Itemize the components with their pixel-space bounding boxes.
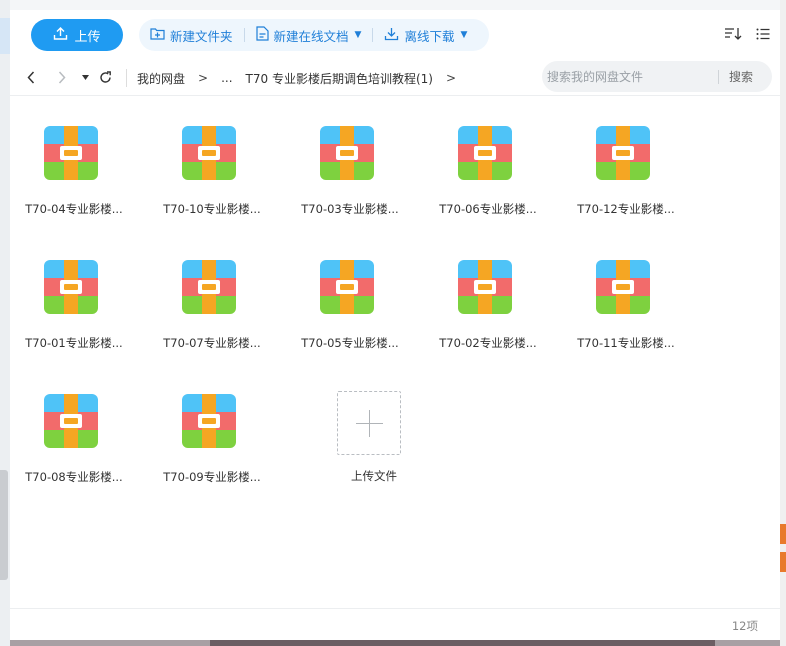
file-item[interactable]: T70-02专业影楼...: [424, 244, 552, 364]
file-name: T70-12专业影楼...: [577, 202, 675, 216]
navigation-bar: 我的网盘 > ... T70 专业影楼后期调色培训教程(1) > 搜索: [10, 60, 780, 96]
plus-icon: [369, 410, 370, 437]
file-item[interactable]: T70-09专业影楼...: [148, 378, 276, 498]
back-icon[interactable]: [24, 68, 38, 86]
file-item[interactable]: T70-08专业影楼...: [10, 378, 138, 498]
archive-icon: [596, 260, 650, 314]
file-name: T70-05专业影楼...: [301, 336, 399, 350]
file-item[interactable]: T70-11专业影楼...: [562, 244, 690, 364]
upload-file-tile[interactable]: 上传文件: [310, 110, 438, 483]
file-name: T70-11专业影楼...: [577, 336, 675, 350]
background-top: [0, 0, 786, 10]
breadcrumb: 我的网盘 > ... T70 专业影楼后期调色培训教程(1) >: [126, 69, 469, 87]
file-item[interactable]: T70-05专业影楼...: [286, 244, 414, 364]
file-name: T70-10专业影楼...: [163, 202, 261, 216]
item-count: 12项: [731, 619, 758, 633]
file-name: T70-07专业影楼...: [163, 336, 261, 350]
file-item[interactable]: T70-10专业影楼...: [148, 110, 276, 230]
search-button[interactable]: 搜索: [719, 68, 753, 85]
archive-icon: [182, 394, 236, 448]
file-item[interactable]: T70-04专业影楼...: [10, 110, 138, 230]
upload-button[interactable]: 上传: [31, 19, 123, 51]
file-item[interactable]: T70-06专业影楼...: [424, 110, 552, 230]
file-name: T70-08专业影楼...: [25, 470, 123, 484]
search-box: 搜索: [542, 61, 772, 92]
archive-icon: [182, 126, 236, 180]
new-doc-icon: [255, 26, 269, 44]
refresh-icon[interactable]: [98, 68, 112, 86]
archive-icon: [458, 126, 512, 180]
breadcrumb-root[interactable]: 我的网盘: [137, 70, 185, 87]
file-name: T70-04专业影楼...: [25, 202, 123, 216]
archive-icon: [596, 126, 650, 180]
file-name: T70-09专业影楼...: [163, 470, 261, 484]
breadcrumb-separator: >: [445, 71, 457, 85]
upload-file-label: 上传文件: [351, 469, 397, 483]
background-scroll-handle: [0, 470, 8, 580]
upload-button-label: 上传: [74, 29, 101, 45]
file-name: T70-01专业影楼...: [25, 336, 123, 350]
view-controls: [724, 25, 772, 43]
background-bottom: [10, 640, 780, 646]
file-item[interactable]: T70-07专业影楼...: [148, 244, 276, 364]
search-input[interactable]: [542, 61, 718, 92]
archive-icon: [44, 394, 98, 448]
background-left: [0, 0, 10, 646]
status-bar: 12项: [10, 608, 780, 640]
upload-file-box[interactable]: [337, 391, 401, 455]
new-folder-button[interactable]: 新建文件夹: [139, 19, 244, 51]
background-orange-tab: [780, 552, 786, 572]
archive-icon: [44, 126, 98, 180]
offline-download-button[interactable]: 离线下载 ▼: [373, 19, 478, 51]
action-group: 新建文件夹 新建在线文档 ▼ 离线下载 ▼: [139, 19, 489, 51]
file-name: T70-06专业影楼...: [439, 202, 537, 216]
background-orange-tab: [780, 524, 786, 544]
new-folder-label: 新建文件夹: [170, 28, 233, 44]
breadcrumb-separator: >: [198, 71, 209, 85]
file-name: T70-02专业影楼...: [439, 336, 537, 350]
forward-icon[interactable]: [55, 68, 69, 86]
history-dropdown-icon[interactable]: [80, 68, 90, 86]
archive-icon: [320, 260, 374, 314]
download-icon: [384, 26, 399, 44]
new-online-doc-label: 新建在线文档: [273, 28, 349, 44]
archive-icon: [44, 260, 98, 314]
file-item[interactable]: T70-12专业影楼...: [562, 110, 690, 230]
file-item[interactable]: T70-01专业影楼...: [10, 244, 138, 364]
archive-icon: [182, 260, 236, 314]
list-view-icon[interactable]: [754, 25, 772, 43]
new-online-doc-button[interactable]: 新建在线文档 ▼: [245, 19, 373, 51]
netdisk-window: 上传 新建文件夹 新建在线文档 ▼ 离线下载 ▼ 我的网盘 > ... T70 …: [10, 10, 780, 640]
background-tab: [0, 18, 10, 54]
background-image-strip: [210, 640, 715, 646]
background-right: [780, 0, 786, 646]
caret-down-icon: ▼: [460, 30, 468, 40]
caret-down-icon: ▼: [354, 30, 362, 40]
breadcrumb-current[interactable]: T70 专业影楼后期调色培训教程(1): [246, 70, 433, 87]
new-folder-icon: [150, 27, 165, 43]
archive-icon: [458, 260, 512, 314]
sort-icon[interactable]: [724, 25, 742, 43]
offline-download-label: 离线下载: [404, 28, 455, 44]
breadcrumb-ellipsis[interactable]: ...: [221, 71, 232, 85]
toolbar: 上传 新建文件夹 新建在线文档 ▼ 离线下载 ▼: [10, 10, 780, 60]
upload-icon: [53, 26, 68, 45]
